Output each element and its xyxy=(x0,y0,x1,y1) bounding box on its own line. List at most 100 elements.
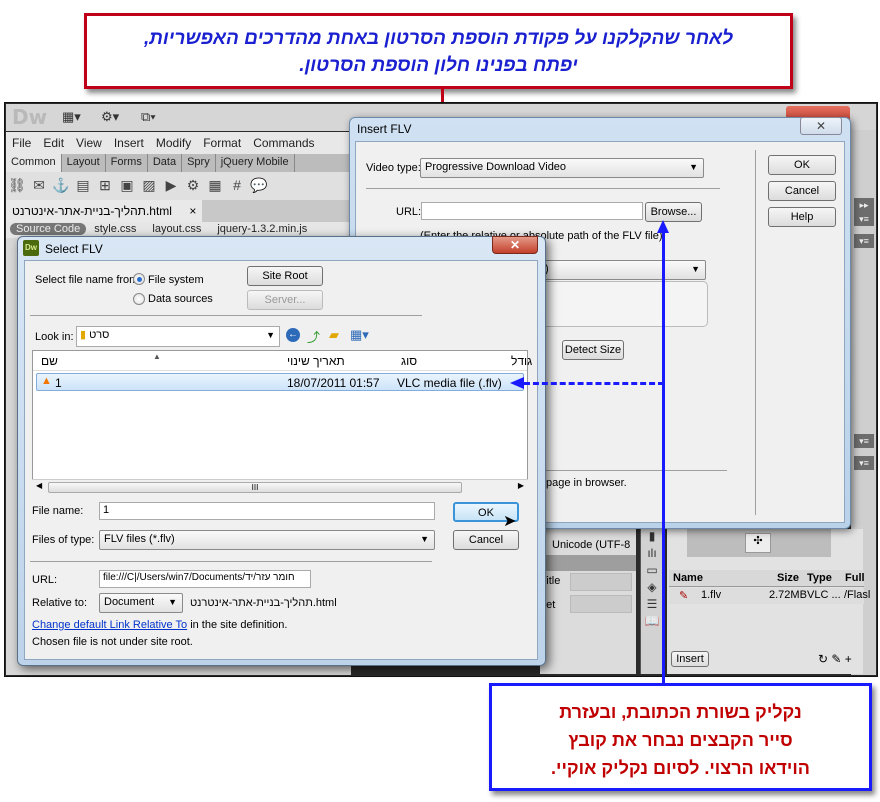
browse-button[interactable]: Browse... xyxy=(645,202,702,222)
view-menu-icon[interactable]: ▦▾ xyxy=(350,327,369,343)
layout-icon[interactable]: ▦▾ xyxy=(62,109,81,125)
preview-note: page in browser. xyxy=(546,477,627,489)
look-in-select[interactable]: ▮ סרט ▼ xyxy=(76,326,280,347)
tab-data[interactable]: Data xyxy=(148,154,183,172)
server-include-icon[interactable]: # xyxy=(226,172,248,193)
hr-icon[interactable]: ▤ xyxy=(72,172,94,194)
image-icon[interactable]: ▨ xyxy=(138,172,160,194)
file-system-label[interactable]: File system xyxy=(148,274,204,286)
site-icon[interactable]: ⧉▾ xyxy=(141,109,156,125)
list-icon[interactable]: ☰ xyxy=(641,597,663,614)
up-folder-icon[interactable]: ⤴ xyxy=(307,327,320,346)
tab-common[interactable]: Common xyxy=(6,154,62,172)
related-layout-css[interactable]: layout.css xyxy=(144,222,209,236)
flv-help-button[interactable]: Help xyxy=(768,207,836,227)
select-cancel-button[interactable]: Cancel xyxy=(453,530,519,550)
title-input[interactable] xyxy=(570,573,632,591)
insert-asset-button[interactable]: Insert xyxy=(671,651,709,667)
related-style-css[interactable]: style.css xyxy=(86,222,144,236)
comment-icon[interactable]: 💬 xyxy=(248,172,270,194)
site-root-button[interactable]: Site Root xyxy=(247,266,323,286)
radio-file-system[interactable] xyxy=(133,273,145,285)
menu-insert[interactable]: Insert xyxy=(108,132,150,150)
tab-spry[interactable]: Spry xyxy=(182,154,216,172)
menu-bar: FileEditViewInsertModifyFormatCommandsSi… xyxy=(6,132,351,168)
menu-commands[interactable]: Commands xyxy=(247,132,320,150)
hyperlink-icon[interactable]: ⛓ xyxy=(6,172,28,194)
chevron-down-icon: ▼ xyxy=(691,264,700,274)
gear-icon[interactable]: ⚙▾ xyxy=(101,109,119,125)
assets-icon[interactable]: ▭ xyxy=(641,563,663,580)
new-folder-icon[interactable]: ▰ xyxy=(329,327,339,343)
panel-menu-icon[interactable]: ▾≡ xyxy=(854,234,874,248)
target-select[interactable] xyxy=(570,595,632,613)
panel-menu-icon[interactable]: ▾≡ xyxy=(854,212,874,226)
col-full[interactable]: Full xyxy=(845,572,865,584)
tab-forms[interactable]: Forms xyxy=(106,154,148,172)
panel-menu-icon[interactable]: ▾≡ xyxy=(854,434,874,448)
file-row[interactable]: ▲ 1 18/07/2011 01:57 VLC media file (.fl… xyxy=(36,373,524,391)
audio-icon[interactable]: ılı xyxy=(641,546,663,563)
panel-menu-icon[interactable]: ▾≡ xyxy=(854,456,874,470)
col-name[interactable]: שם xyxy=(41,354,58,368)
close-tab-icon[interactable]: × xyxy=(189,204,196,218)
snippets-icon[interactable]: ◈ xyxy=(641,580,663,597)
flv-ok-button[interactable]: OK xyxy=(768,155,836,175)
dw-app-icon: Dw xyxy=(23,240,39,256)
col-modified[interactable]: תאריך שינוי xyxy=(287,354,345,368)
skin-select[interactable]: ) ▼ xyxy=(540,260,706,280)
chevron-down-icon: ▼ xyxy=(266,330,275,340)
preview-icon: ✣ xyxy=(745,533,771,553)
flv-cancel-button[interactable]: Cancel xyxy=(768,181,836,201)
data-sources-label[interactable]: Data sources xyxy=(148,293,213,305)
video-type-select[interactable]: Progressive Download Video ▼ xyxy=(420,158,704,178)
div-icon[interactable]: ▣ xyxy=(116,172,138,194)
col-size[interactable]: גודל xyxy=(511,354,532,368)
menu-edit[interactable]: Edit xyxy=(37,132,70,150)
properties-header xyxy=(540,555,636,571)
relative-to-label: Relative to: xyxy=(32,597,88,609)
expand-panels-icon[interactable]: ▸▸ xyxy=(854,198,874,212)
radio-data-sources[interactable] xyxy=(133,293,145,305)
anchor-icon[interactable]: ⚓ xyxy=(50,172,72,194)
menu-file[interactable]: File xyxy=(6,132,37,150)
date-icon[interactable]: ▦ xyxy=(204,172,226,194)
look-in-value: סרט xyxy=(89,329,110,341)
file-name-input[interactable]: 1 xyxy=(99,502,435,520)
insert-flv-close-button[interactable]: ✕ xyxy=(800,117,842,135)
email-link-icon[interactable]: ✉ xyxy=(28,172,50,194)
menu-format[interactable]: Format xyxy=(197,132,247,150)
menu-view[interactable]: View xyxy=(70,132,108,150)
related-jquery[interactable]: jquery-1.3.2.min.js xyxy=(209,222,315,236)
refresh-icon[interactable]: ↻ ✎ + xyxy=(818,652,852,666)
horizontal-scrollbar[interactable]: ◀ III ▶ xyxy=(32,479,528,494)
select-url-input[interactable]: file:///C|/Users/win7/Documents/חומר עזר… xyxy=(99,570,311,588)
change-default-link[interactable]: Change default Link Relative To xyxy=(32,619,187,631)
server-button[interactable]: Server... xyxy=(247,290,323,310)
document-tab[interactable]: תהליך-בניית-אתר-אינטרנט.html × xyxy=(6,200,203,222)
menu-modify[interactable]: Modify xyxy=(150,132,197,150)
col-size[interactable]: Size xyxy=(777,572,799,584)
flash-icon[interactable]: ▮ xyxy=(641,529,663,546)
back-icon[interactable]: ← xyxy=(286,328,300,342)
assets-row[interactable]: ✎ 1.flv 2.72MB VLC ... /Flasl xyxy=(669,588,870,604)
col-name[interactable]: Name xyxy=(673,572,703,584)
col-type[interactable]: Type xyxy=(807,572,832,584)
widget-icon[interactable]: ⚙ xyxy=(182,172,204,194)
related-source-code[interactable]: Source Code xyxy=(10,223,87,235)
tab-layout[interactable]: Layout xyxy=(62,154,106,172)
scroll-thumb[interactable]: III xyxy=(48,482,462,493)
col-type[interactable]: סוג xyxy=(401,354,417,368)
select-flv-close-button[interactable]: ✕ xyxy=(492,236,538,254)
media-icon[interactable]: ▶ xyxy=(160,172,182,194)
tab-jquery-mobile[interactable]: jQuery Mobile xyxy=(216,154,295,172)
files-of-type-select[interactable]: FLV files (*.flv) ▼ xyxy=(99,530,435,550)
scroll-left-icon[interactable]: ◀ xyxy=(36,481,42,490)
detect-size-button[interactable]: Detect Size xyxy=(562,340,624,360)
reference-icon[interactable]: 📖 xyxy=(641,614,663,631)
scroll-right-icon[interactable]: ▶ xyxy=(518,481,524,490)
relative-to-select[interactable]: Document ▼ xyxy=(99,593,183,613)
flv-url-input[interactable] xyxy=(421,202,643,220)
encoding-select[interactable]: Unicode (UTF-8 xyxy=(552,539,630,551)
table-icon[interactable]: ⊞ xyxy=(94,172,116,194)
